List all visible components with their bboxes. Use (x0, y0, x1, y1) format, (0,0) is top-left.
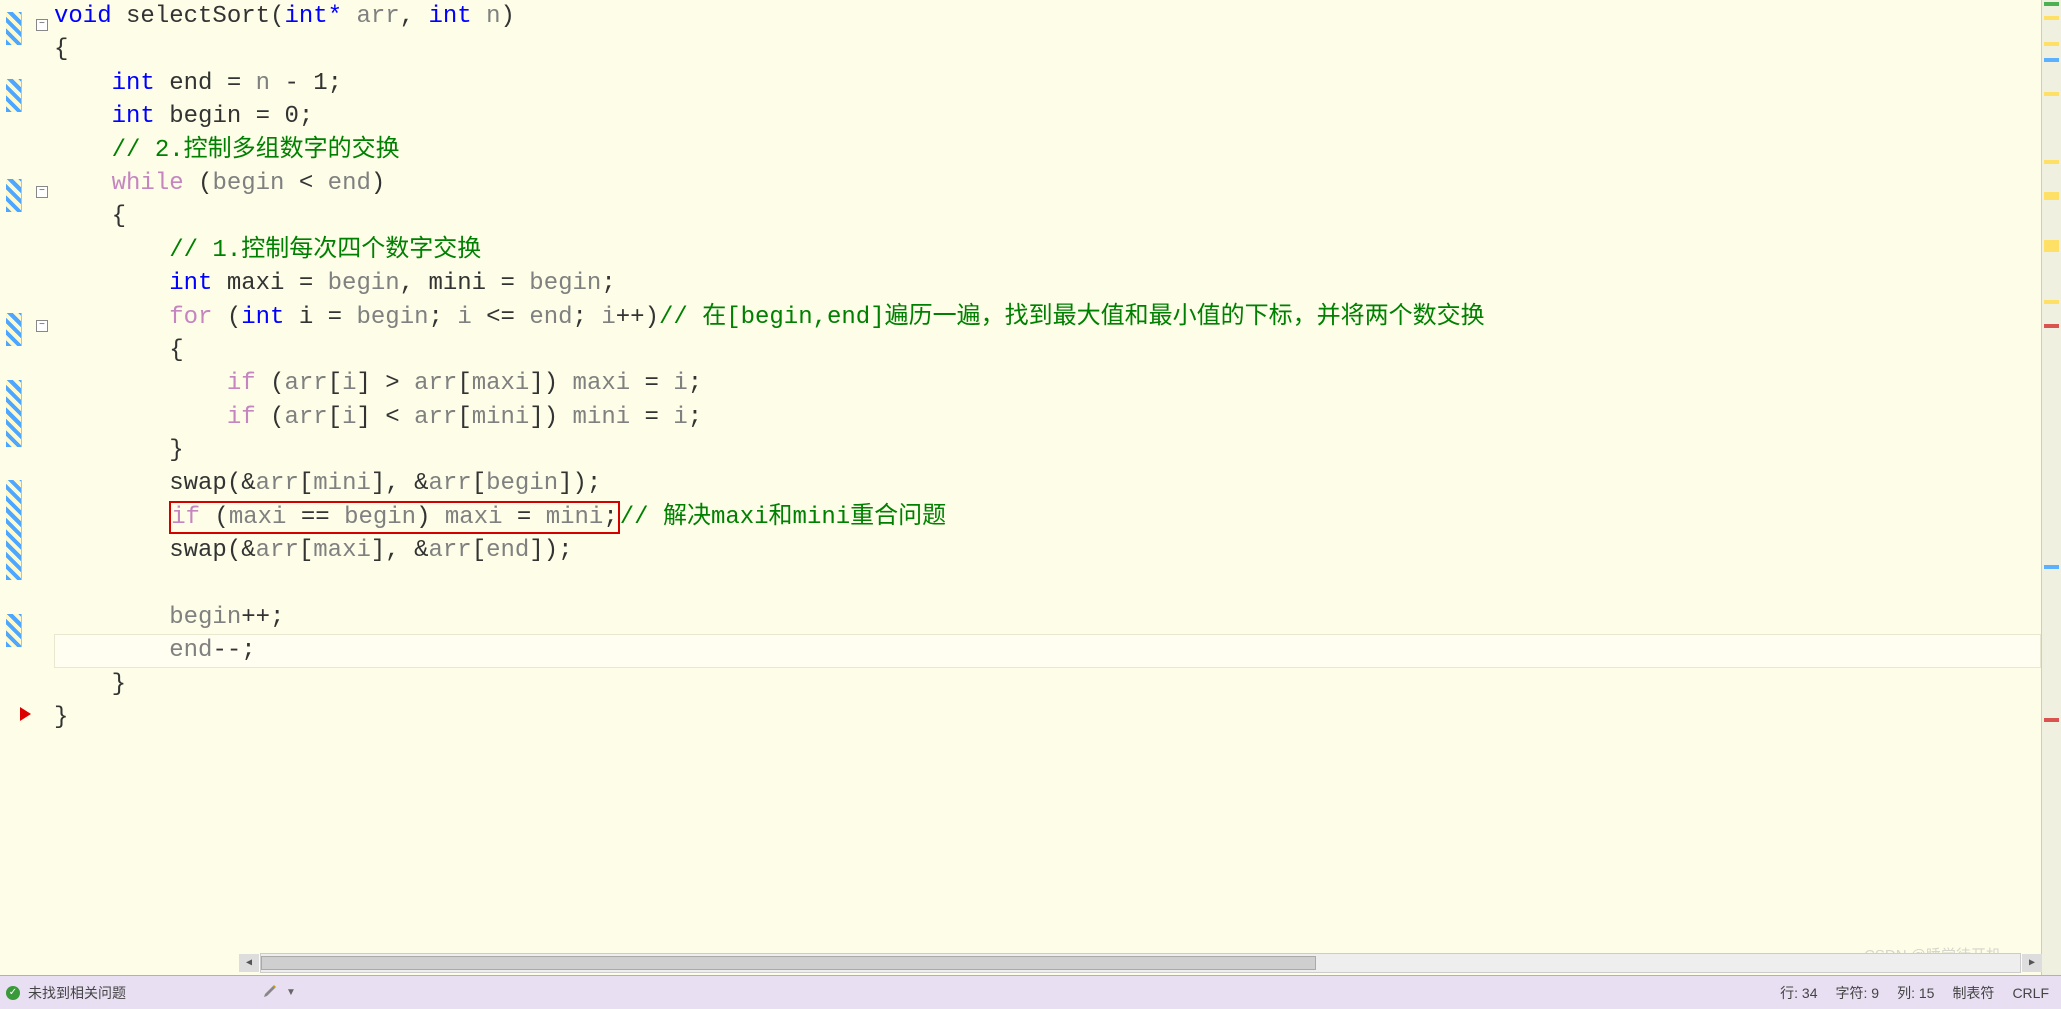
ruler-mark[interactable] (2044, 160, 2059, 164)
cursor-col[interactable]: 列: 15 (1897, 983, 1934, 1003)
ruler-mark[interactable] (2044, 192, 2059, 200)
code-line[interactable]: } (54, 668, 2041, 701)
change-marker (6, 380, 22, 447)
tab-mode[interactable]: 制表符 (1952, 983, 1994, 1003)
code-line[interactable]: { (54, 33, 2041, 66)
code-line[interactable]: while (begin < end) (54, 167, 2041, 200)
code-line[interactable]: // 2.控制多组数字的交换 (54, 134, 2041, 167)
status-issues[interactable]: 未找到相关问题 (28, 983, 126, 1003)
code-line[interactable]: } (54, 701, 2041, 734)
fold-toggle[interactable]: − (36, 186, 48, 198)
ruler-mark[interactable] (2044, 718, 2059, 722)
code-line[interactable]: int end = n - 1; (54, 67, 2041, 100)
cursor-row[interactable]: 行: 34 (1780, 983, 1817, 1003)
ruler-mark[interactable] (2044, 16, 2059, 20)
ruler-mark[interactable] (2044, 300, 2059, 304)
code-line[interactable]: swap(&arr[mini], &arr[begin]); (54, 467, 2041, 500)
code-line[interactable]: if (arr[i] > arr[maxi]) maxi = i; (54, 367, 2041, 400)
code-line[interactable]: // 1.控制每次四个数字交换 (54, 234, 2041, 267)
change-marker (6, 79, 22, 112)
change-marker (6, 313, 22, 346)
change-marker (6, 179, 22, 212)
keyword: void (54, 3, 112, 30)
code-line-current[interactable]: end--; (54, 634, 2041, 667)
code-line[interactable]: } (54, 434, 2041, 467)
execution-pointer-icon (20, 707, 31, 721)
scroll-left-button[interactable]: ◀ (239, 954, 259, 972)
change-marker (6, 12, 22, 45)
eol-mode[interactable]: CRLF (2012, 985, 2049, 1001)
code-line[interactable]: int begin = 0; (54, 100, 2041, 133)
highlight-box: if (maxi == begin) maxi = mini; (169, 501, 620, 534)
editor-area[interactable]: − − − void selectSort(int* arr, int n) {… (0, 0, 2041, 975)
overview-ruler[interactable] (2041, 0, 2061, 975)
ruler-mark[interactable] (2044, 92, 2059, 96)
code-line[interactable]: swap(&arr[maxi], &arr[end]); (54, 534, 2041, 567)
ruler-mark[interactable] (2044, 324, 2059, 328)
code-line[interactable]: if (maxi == begin) maxi = mini;// 解决maxi… (54, 501, 2041, 534)
code-line[interactable]: for (int i = begin; i <= end; i++)// 在[b… (54, 301, 2041, 334)
code-content[interactable]: void selectSort(int* arr, int n) { int e… (50, 0, 2041, 975)
status-ok-icon: ✓ (6, 986, 20, 1000)
code-line[interactable]: { (54, 334, 2041, 367)
code-line[interactable]: begin++; (54, 601, 2041, 634)
change-marker (6, 480, 22, 580)
scroll-right-button[interactable]: ▶ (2022, 954, 2042, 972)
code-line[interactable] (54, 568, 2041, 601)
brush-icon[interactable] (262, 983, 278, 1002)
fold-toggle[interactable]: − (36, 19, 48, 31)
cursor-char[interactable]: 字符: 9 (1836, 983, 1880, 1003)
code-line[interactable]: int maxi = begin, mini = begin; (54, 267, 2041, 300)
gutter[interactable]: − − − (0, 0, 50, 975)
ruler-mark[interactable] (2044, 2, 2059, 6)
code-line[interactable]: { (54, 200, 2041, 233)
ruler-mark[interactable] (2044, 565, 2059, 569)
change-marker (6, 614, 22, 647)
scrollbar-thumb[interactable] (261, 956, 1316, 970)
statusbar: ✓ 未找到相关问题 ▼ 行: 34 字符: 9 列: 15 制表符 CRLF (0, 975, 2061, 1009)
code-line[interactable]: void selectSort(int* arr, int n) (54, 0, 2041, 33)
dropdown-icon[interactable]: ▼ (286, 987, 296, 998)
fold-toggle[interactable]: − (36, 320, 48, 332)
function-name: selectSort (126, 3, 270, 30)
code-line[interactable]: if (arr[i] < arr[mini]) mini = i; (54, 401, 2041, 434)
ruler-mark[interactable] (2044, 240, 2059, 252)
ruler-mark[interactable] (2044, 58, 2059, 62)
horizontal-scrollbar[interactable]: ◀ ▶ (260, 953, 2021, 973)
editor-window: { "code": { "l1": { "kw_void":"void", "f… (0, 0, 2061, 1009)
ruler-mark[interactable] (2044, 42, 2059, 46)
